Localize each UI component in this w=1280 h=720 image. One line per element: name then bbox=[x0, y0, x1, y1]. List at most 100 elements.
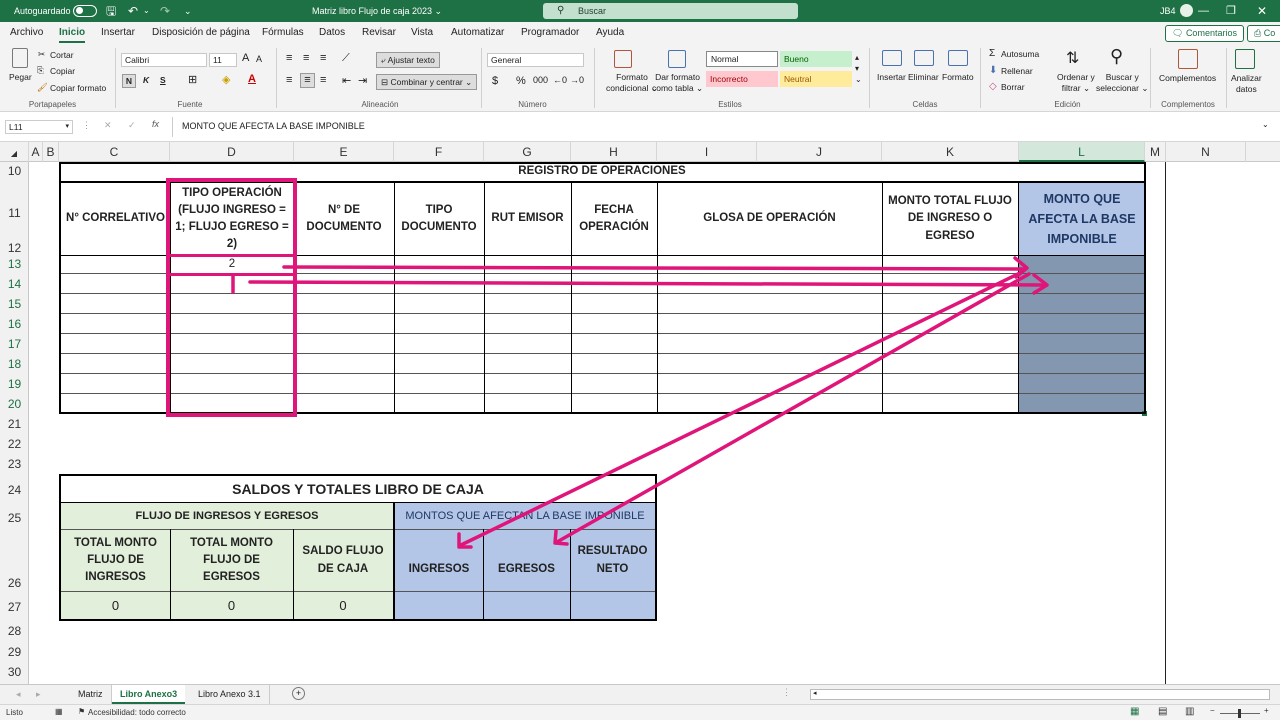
column-header-i[interactable]: I bbox=[657, 142, 757, 162]
copy-icon[interactable]: ⎘ bbox=[37, 65, 44, 76]
style-bad[interactable]: Incorrecto bbox=[706, 71, 778, 87]
analyze-data-button[interactable]: Analizar datos bbox=[1231, 73, 1262, 95]
column-header-m[interactable]: M bbox=[1145, 142, 1166, 162]
tab-insertar[interactable]: Insertar bbox=[101, 22, 135, 44]
align-center-icon[interactable]: ≡ bbox=[300, 73, 315, 88]
column-header-c[interactable]: C bbox=[59, 142, 170, 162]
cancel-formula-icon[interactable]: ✕ bbox=[104, 120, 112, 131]
row-header[interactable]: 19 bbox=[0, 377, 29, 391]
more-icon[interactable]: ⋮ bbox=[82, 120, 91, 131]
redo-icon[interactable]: ↷ bbox=[160, 0, 170, 22]
row-header[interactable]: 11 bbox=[0, 206, 29, 220]
zoom-thumb[interactable] bbox=[1238, 709, 1241, 718]
analyze-data-icon[interactable] bbox=[1235, 49, 1255, 69]
fill-color-icon[interactable]: ◈ bbox=[222, 73, 230, 86]
document-title[interactable]: Matriz libro Flujo de caja 2023 ⌄ bbox=[312, 0, 442, 22]
share-button[interactable]: ⎙ Co bbox=[1247, 25, 1280, 42]
row-header[interactable]: 13 bbox=[0, 257, 29, 271]
confirm-formula-icon[interactable]: ✓ bbox=[128, 120, 136, 131]
align-bottom-icon[interactable]: ≡ bbox=[320, 52, 326, 64]
column-header-a[interactable]: A bbox=[29, 142, 43, 162]
normal-view-icon[interactable]: ▦ bbox=[1130, 706, 1139, 717]
column-header-j[interactable]: J bbox=[757, 142, 882, 162]
tab-automatizar[interactable]: Automatizar bbox=[451, 22, 504, 44]
conditional-format-icon[interactable] bbox=[614, 50, 632, 68]
wrap-text-button[interactable]: ⤶ Ajustar texto bbox=[376, 52, 440, 68]
currency-icon[interactable]: $ bbox=[492, 75, 498, 87]
autosum-icon[interactable]: Σ bbox=[989, 48, 995, 59]
undo-dropdown-icon[interactable]: ⌄ bbox=[143, 0, 150, 22]
format-painter-button[interactable]: Copiar formato bbox=[50, 83, 106, 93]
row-header[interactable]: 12 bbox=[0, 241, 29, 255]
align-middle-icon[interactable]: ≡ bbox=[303, 52, 309, 64]
clear-button[interactable]: Borrar bbox=[1001, 82, 1025, 92]
underline-button[interactable]: S bbox=[160, 75, 166, 85]
name-box[interactable]: L11 ▾ bbox=[5, 120, 73, 134]
find-select-icon[interactable]: ⚲ bbox=[1110, 46, 1123, 67]
font-color-icon[interactable]: A bbox=[248, 73, 256, 85]
zoom-in-icon[interactable]: + bbox=[1264, 706, 1269, 715]
column-header-d[interactable]: D bbox=[170, 142, 294, 162]
row-header[interactable]: 17 bbox=[0, 337, 29, 351]
find-select-button[interactable]: Buscar y seleccionar ⌄ bbox=[1096, 72, 1148, 94]
accessibility-icon[interactable]: ⚑ bbox=[78, 707, 85, 716]
row-header[interactable]: 10 bbox=[0, 164, 29, 178]
format-cells-icon[interactable] bbox=[948, 50, 968, 66]
expand-formula-icon[interactable]: ⌄ bbox=[1262, 120, 1269, 129]
align-left-icon[interactable]: ≡ bbox=[286, 74, 292, 86]
italic-button[interactable]: K bbox=[143, 75, 149, 85]
fill-button[interactable]: Rellenar bbox=[1001, 66, 1033, 76]
undo-icon[interactable]: ↶ bbox=[128, 0, 138, 22]
row-header[interactable]: 30 bbox=[0, 665, 29, 679]
comments-button[interactable]: 🗨 Comentarios bbox=[1165, 25, 1244, 42]
row-header[interactable]: 18 bbox=[0, 357, 29, 371]
prev-sheet-icon[interactable]: ◂ bbox=[16, 689, 21, 700]
close-icon[interactable]: ✕ bbox=[1257, 0, 1267, 22]
sheet-tab-libro-anexo-3-1[interactable]: Libro Anexo 3.1 bbox=[190, 685, 270, 704]
align-top-icon[interactable]: ≡ bbox=[286, 52, 292, 64]
merge-center-button[interactable]: ⊟ Combinar y centrar ⌄ bbox=[376, 74, 478, 90]
shrink-font-icon[interactable]: A bbox=[256, 54, 262, 64]
tab-inicio[interactable]: Inicio bbox=[59, 22, 86, 44]
column-header-f[interactable]: F bbox=[394, 142, 484, 162]
row-header[interactable]: 24 bbox=[0, 483, 29, 497]
format-cells-button[interactable]: Formato bbox=[942, 72, 974, 82]
bold-button[interactable]: N bbox=[122, 74, 136, 88]
row-header[interactable]: 16 bbox=[0, 317, 29, 331]
row-header[interactable]: 15 bbox=[0, 297, 29, 311]
autosave-toggle[interactable] bbox=[73, 5, 97, 17]
tab-datos[interactable]: Datos bbox=[319, 22, 345, 44]
styles-scroll-icon[interactable]: ▴ ▾ ⌄ bbox=[855, 52, 862, 85]
column-header-h[interactable]: H bbox=[571, 142, 657, 162]
paste-icon[interactable] bbox=[12, 48, 28, 68]
cut-button[interactable]: Cortar bbox=[50, 50, 74, 60]
tab-revisar[interactable]: Revisar bbox=[362, 22, 396, 44]
cut-icon[interactable]: ✂ bbox=[38, 49, 45, 60]
tab-splitter-icon[interactable]: ⋮ bbox=[782, 687, 791, 698]
worksheet-grid[interactable]: REGISTRO DE OPERACIONES N° CORRELATIVO T… bbox=[29, 162, 1280, 684]
increase-indent-icon[interactable]: ⇥ bbox=[358, 74, 367, 87]
sort-filter-icon[interactable]: ⇅ bbox=[1066, 48, 1079, 68]
tab-formulas[interactable]: Fórmulas bbox=[262, 22, 304, 44]
row-header[interactable]: 28 bbox=[0, 624, 29, 638]
add-sheet-icon[interactable]: + bbox=[292, 687, 305, 700]
page-break-icon[interactable]: ▥ bbox=[1185, 706, 1194, 717]
formula-input[interactable]: MONTO QUE AFECTA LA BASE IMPONIBLE bbox=[182, 121, 365, 131]
tab-disposicion[interactable]: Disposición de página bbox=[152, 22, 250, 44]
column-header-e[interactable]: E bbox=[294, 142, 394, 162]
fill-icon[interactable]: ⬇ bbox=[989, 65, 997, 76]
format-painter-icon[interactable]: 🖌 bbox=[37, 82, 48, 93]
row-header[interactable]: 25 bbox=[0, 511, 29, 525]
font-name-select[interactable]: Calibri bbox=[121, 53, 207, 67]
tab-vista[interactable]: Vista bbox=[411, 22, 433, 44]
save-icon[interactable]: 🖫 bbox=[106, 0, 116, 22]
column-header-l[interactable]: L bbox=[1019, 142, 1145, 162]
row-header[interactable]: 26 bbox=[0, 576, 29, 590]
percent-icon[interactable]: % bbox=[516, 75, 526, 87]
row-header[interactable]: 20 bbox=[0, 397, 29, 411]
tab-archivo[interactable]: Archivo bbox=[10, 22, 43, 44]
macro-icon[interactable]: ▦ bbox=[55, 707, 63, 716]
next-sheet-icon[interactable]: ▸ bbox=[36, 689, 41, 700]
search-box[interactable]: ⚲ Buscar bbox=[543, 3, 798, 19]
minimize-icon[interactable]: — bbox=[1198, 0, 1209, 22]
